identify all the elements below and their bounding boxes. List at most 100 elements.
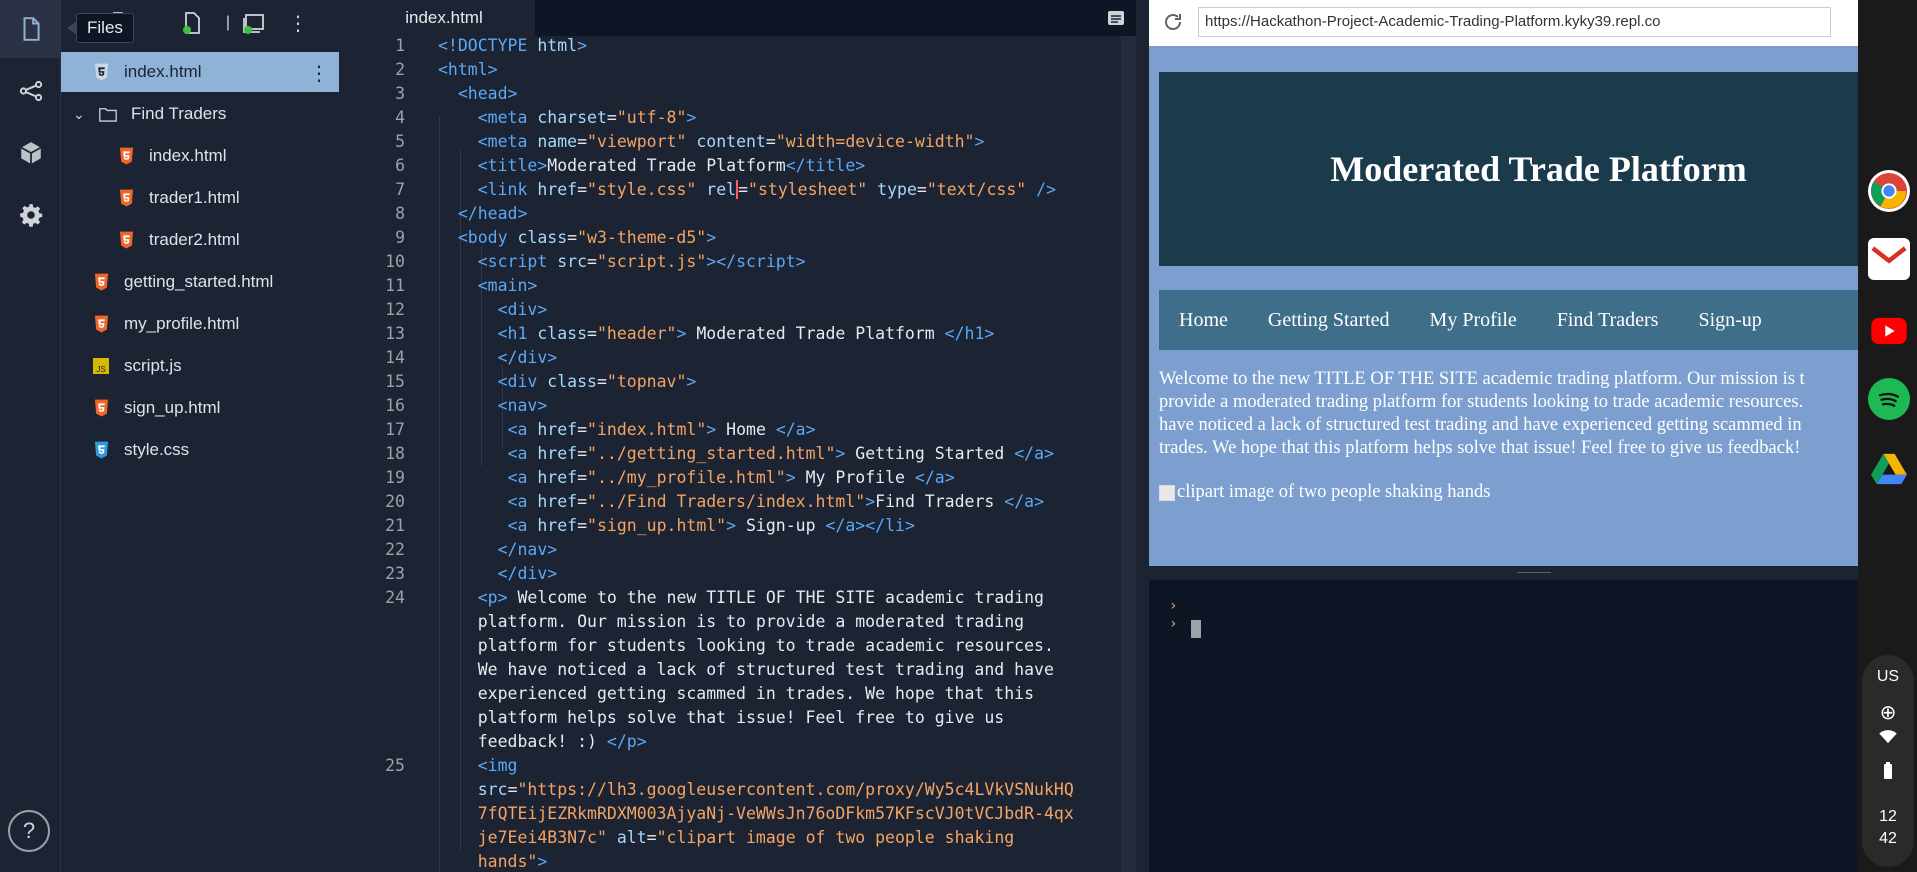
html5-icon <box>117 230 135 250</box>
more-options-icon[interactable]: ⋮ <box>283 8 313 38</box>
code-line: </nav> <box>497 540 558 559</box>
youtube-icon[interactable] <box>1868 310 1910 352</box>
console-caret <box>1191 620 1201 638</box>
page-heading: Moderated Trade Platform <box>1159 72 1858 266</box>
rendered-page: Moderated Trade Platform Home Getting Sta… <box>1149 46 1858 566</box>
version-control-icon[interactable] <box>0 62 61 120</box>
url-input[interactable]: https://Hackathon-Project-Academic-Tradi… <box>1198 7 1831 37</box>
code-line: We have noticed a lack of structured tes… <box>438 660 1054 679</box>
tab-index-html[interactable]: index.html <box>353 0 535 36</box>
chevron-down-icon[interactable]: ⌄ <box>73 106 89 123</box>
code-line: <title>Moderated Trade Platform</title> <box>477 156 866 175</box>
console-panel[interactable]: › › <box>1149 580 1858 872</box>
page-nav: Home Getting Started My Profile Find Trader… <box>1159 290 1858 350</box>
file-item[interactable]: my_profile.html <box>61 304 339 344</box>
file-name: trader1.html <box>149 188 240 207</box>
code-line: <meta name="viewport" content="width=dev… <box>477 132 985 151</box>
console-prompt-icon: › <box>1169 598 1178 614</box>
css3-icon <box>92 440 110 460</box>
file-name: style.css <box>124 440 190 459</box>
line-number: 21 <box>385 516 405 535</box>
file-name: sign_up.html <box>124 398 221 417</box>
add-folder-icon[interactable] <box>239 8 269 38</box>
file-item[interactable]: getting_started.html <box>61 262 339 302</box>
code-line: platform. Our mission is to provide a mo… <box>438 612 1025 631</box>
gmail-icon[interactable] <box>1868 238 1910 280</box>
html5-icon <box>92 272 110 292</box>
line-number: 2 <box>395 60 405 79</box>
add-circle-icon[interactable]: ⊕ <box>1868 700 1908 725</box>
file-item[interactable]: trader2.html <box>61 220 339 260</box>
js-icon: JS <box>92 356 110 376</box>
splitter[interactable] <box>1136 0 1150 872</box>
drive-icon[interactable] <box>1868 448 1910 490</box>
line-number: 17 <box>385 420 405 439</box>
add-file-icon[interactable] <box>177 8 207 38</box>
code-line: experienced getting scammed in trades. W… <box>438 684 1035 703</box>
spotify-icon[interactable] <box>1868 378 1910 420</box>
code-line: <link href="style.css" rel ="stylesheet" … <box>477 180 1057 199</box>
code-line: <p> Welcome to the new TITLE OF THE SITE… <box>477 588 1044 607</box>
code-line: <a href="../getting_started.html"> Getti… <box>507 444 1054 463</box>
file-name: getting_started.html <box>124 272 274 291</box>
keyboard-layout[interactable]: US <box>1868 668 1908 686</box>
packages-icon[interactable] <box>0 124 61 182</box>
clock-hour[interactable]: 12 <box>1868 808 1908 826</box>
file-item[interactable]: trader1.html <box>61 178 339 218</box>
page-nav-link[interactable]: My Profile <box>1430 309 1517 332</box>
file-tree-panel: | ⋮ index.html ⋮ ⌄ Find Traders index.html tr… <box>61 0 339 872</box>
line-number: 12 <box>385 300 405 319</box>
activity-bar: ? <box>0 0 61 872</box>
file-name: trader2.html <box>149 230 240 249</box>
file-item[interactable]: index.html ⋮ <box>61 52 339 92</box>
line-number: 11 <box>385 276 405 295</box>
file-options-icon[interactable]: ⋮ <box>309 61 329 86</box>
code-line: feedback! :) </p> <box>438 732 647 751</box>
settings-icon[interactable] <box>0 186 61 244</box>
chrome-icon[interactable] <box>1868 170 1910 212</box>
console-prompt-icon: › <box>1169 616 1178 632</box>
page-nav-link[interactable]: Sign-up <box>1698 309 1761 332</box>
file-item[interactable]: index.html <box>61 136 339 176</box>
file-item[interactable]: sign_up.html <box>61 388 339 428</box>
code-line: <a href="sign_up.html"> Sign-up </a></li… <box>507 516 915 535</box>
line-number: 18 <box>385 444 405 463</box>
file-item[interactable]: JS script.js <box>61 346 339 386</box>
html5-icon <box>92 398 110 418</box>
help-button[interactable]: ? <box>8 810 50 852</box>
reload-icon[interactable] <box>1161 10 1185 34</box>
replit-workspace: ? | ⋮ index.html ⋮ ⌄ Find Traders index.html… <box>0 0 1917 872</box>
html5-icon <box>117 146 135 166</box>
file-name: index.html <box>149 146 227 165</box>
page-nav-link[interactable]: Home <box>1179 309 1228 332</box>
line-number: 10 <box>385 252 405 271</box>
page-nav-link[interactable]: Getting Started <box>1268 309 1390 332</box>
clock-minute[interactable]: 42 <box>1868 830 1908 848</box>
battery-icon <box>1868 762 1908 785</box>
code-area[interactable]: 1 2 3 4 5 6 7 8 9 10 11 12 13 14 15 16 17 18 19 20 21 22 23 24 2… <box>353 36 1136 872</box>
files-tooltip: Files <box>67 13 134 43</box>
page-nav-link[interactable]: Find Traders <box>1557 309 1659 332</box>
file-item[interactable]: style.css <box>61 430 339 470</box>
minimap-strip <box>1121 36 1136 872</box>
code-line: <img <box>477 756 518 775</box>
page-paragraph: Welcome to the new TITLE OF THE SITE aca… <box>1159 368 1858 460</box>
code-editor: index.html 1 2 3 4 5 6 7 8 9 10 11 12 13 14 15 16 17 18 19… <box>353 0 1136 872</box>
folder-item[interactable]: ⌄ Find Traders <box>61 94 339 134</box>
code-line: platform for students looking to trade a… <box>438 636 1054 655</box>
console-resize-handle[interactable] <box>1149 566 1858 580</box>
line-number: 1 <box>395 36 405 55</box>
line-number: 20 <box>385 492 405 511</box>
files-icon[interactable] <box>0 0 61 58</box>
splitter[interactable] <box>339 0 353 872</box>
broken-image: clipart image of two people shaking hand… <box>1159 482 1490 503</box>
line-number: 7 <box>395 180 405 199</box>
code-line: <nav> <box>497 396 548 415</box>
os-shelf: US ⊕ 12 42 <box>1858 0 1917 872</box>
webview-url-bar: https://Hackathon-Project-Academic-Tradi… <box>1149 0 1858 46</box>
code-line: <main> <box>477 276 538 295</box>
code-line: <html> <box>438 60 498 79</box>
layout-icon[interactable] <box>1106 8 1126 28</box>
code-line: <!DOCTYPE html> <box>438 36 588 55</box>
paragraph-line: trades. We hope that this platform helps… <box>1159 438 1801 458</box>
